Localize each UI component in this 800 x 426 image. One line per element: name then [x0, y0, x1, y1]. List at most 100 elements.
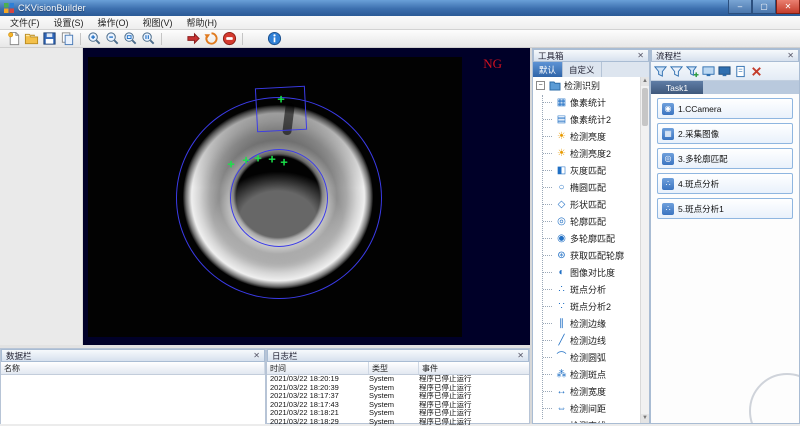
tool-item[interactable]: ∴ 斑点分析	[533, 281, 640, 298]
flow-monitor2-icon[interactable]	[717, 64, 732, 79]
tool-icon: ◐	[555, 268, 568, 278]
scroll-thumb[interactable]	[642, 88, 648, 126]
flow-step[interactable]: ▦ 2.采集图像	[657, 123, 793, 144]
flow-close-icon[interactable]: ✕	[787, 52, 794, 60]
tool-item[interactable]: ☀ 检测亮度2	[533, 145, 640, 162]
tool-item[interactable]: ⁂ 检测斑点	[533, 366, 640, 383]
tool-item[interactable]: ◇ 形状匹配	[533, 196, 640, 213]
flow-step[interactable]: ◉ 1.CCamera	[657, 98, 793, 119]
zoom-fit-icon[interactable]	[121, 31, 139, 47]
new-file-icon[interactable]	[4, 31, 22, 47]
tool-item[interactable]: ◐ 图像对比度	[533, 264, 640, 281]
toolbox-title: 工具箱	[538, 50, 564, 62]
log-time: 2021/03/22 18:17:43	[267, 401, 369, 410]
tool-icon: ⁂	[555, 370, 568, 380]
log-row[interactable]: 2021/03/22 18:20:39 System 程序已停止运行	[267, 384, 529, 393]
tree-root-item[interactable]: − 检测识别	[533, 77, 640, 94]
scroll-down-icon[interactable]: ▼	[641, 414, 649, 423]
save-all-icon[interactable]	[58, 31, 76, 47]
log-event: 程序已停止运行	[419, 418, 529, 426]
tool-item[interactable]: ▤ 像素统计2	[533, 111, 640, 128]
toolbox-close-icon[interactable]: ✕	[637, 52, 644, 60]
minimize-button[interactable]: –	[728, 0, 752, 14]
data-panel-body[interactable]	[1, 375, 265, 424]
menu-item[interactable]: 操作(O)	[91, 15, 136, 30]
tab-custom[interactable]: 自定义	[563, 62, 602, 77]
tool-list: ▦ 像素统计 ▤ 像素统计2 ☀ 检测亮度 ☀	[533, 94, 640, 423]
toolbox-scrollbar[interactable]: ▲ ▼	[640, 77, 649, 423]
data-panel-close-icon[interactable]: ✕	[253, 352, 260, 360]
log-row[interactable]: 2021/03/22 18:20:19 System 程序已停止运行	[267, 375, 529, 384]
maximize-button[interactable]: ▢	[752, 0, 776, 14]
flow-step-label: 2.采集图像	[678, 128, 719, 140]
tool-item[interactable]: ⇔ 检测间距	[533, 400, 640, 417]
menu-item[interactable]: 帮助(H)	[180, 15, 225, 30]
left-dock-area	[0, 48, 83, 345]
log-panel-header: 日志栏 ✕	[267, 349, 529, 362]
tool-label: 检测宽度	[570, 385, 606, 398]
data-panel-title: 数据栏	[6, 350, 32, 362]
flow-delete-icon[interactable]	[749, 64, 764, 79]
tool-label: 检测间距	[570, 402, 606, 415]
flow-step[interactable]: ∴ 4.斑点分析	[657, 173, 793, 194]
about-icon[interactable]	[265, 31, 283, 47]
tool-item[interactable]: ∵ 斑点分析2	[533, 298, 640, 315]
tool-item[interactable]: ☀ 检测亮度	[533, 128, 640, 145]
tool-icon: ─	[555, 421, 568, 424]
flow-document-icon[interactable]	[733, 64, 748, 79]
tool-item[interactable]: ○ 椭圆匹配	[533, 179, 640, 196]
main-toolbar	[0, 30, 800, 48]
tab-default[interactable]: 默认	[533, 62, 563, 77]
tool-item[interactable]: ⊛ 获取匹配轮廓	[533, 247, 640, 264]
log-panel-close-icon[interactable]: ✕	[517, 352, 524, 360]
zoom-out-icon[interactable]	[103, 31, 121, 47]
inspection-result-label: NG	[483, 56, 502, 72]
tool-item[interactable]: ─ 检测直线	[533, 417, 640, 423]
task-tab-row: Task1	[651, 81, 799, 95]
tool-icon: ☀	[555, 132, 568, 142]
flow-step[interactable]: ∴ 5.斑点分析1	[657, 198, 793, 219]
flow-step[interactable]: ◎ 3.多轮廓匹配	[657, 148, 793, 169]
image-viewport[interactable]: + + + + + + NG	[83, 48, 530, 345]
run-once-icon[interactable]	[184, 31, 202, 47]
log-row[interactable]: 2021/03/22 18:18:21 System 程序已停止运行	[267, 409, 529, 418]
log-row[interactable]: 2021/03/22 18:18:29 System 程序已停止运行	[267, 418, 529, 426]
flow-filter2-icon[interactable]	[669, 64, 684, 79]
flow-filter-add-icon[interactable]	[685, 64, 700, 79]
save-icon[interactable]	[40, 31, 58, 47]
menu-item[interactable]: 视图(V)	[136, 15, 180, 30]
zoom-in-icon[interactable]	[85, 31, 103, 47]
run-loop-icon[interactable]	[202, 31, 220, 47]
tool-item[interactable]: ◎ 轮廓匹配	[533, 213, 640, 230]
flow-filter-icon[interactable]	[653, 64, 668, 79]
tool-label: 斑点分析2	[570, 300, 611, 313]
task-tab[interactable]: Task1	[651, 81, 703, 95]
close-button[interactable]: ✕	[776, 0, 800, 14]
tool-item[interactable]: ⌒ 检测圆弧	[533, 349, 640, 366]
log-row[interactable]: 2021/03/22 18:17:37 System 程序已停止运行	[267, 392, 529, 401]
menu-item[interactable]: 设置(S)	[47, 15, 91, 30]
tool-item[interactable]: ▦ 像素统计	[533, 94, 640, 111]
tool-icon: ∴	[555, 285, 568, 295]
scroll-up-icon[interactable]: ▲	[641, 77, 649, 86]
flow-step-label: 3.多轮廓匹配	[678, 153, 728, 165]
zoom-actual-icon[interactable]	[139, 31, 157, 47]
log-panel: 日志栏 ✕ 时间 类型 事件 2021/03/22 18:20:19 Syste…	[266, 348, 530, 424]
flow-step-label: 5.斑点分析1	[678, 203, 724, 215]
tool-label: 多轮廓匹配	[570, 232, 615, 245]
stop-icon[interactable]	[220, 31, 238, 47]
menu-item[interactable]: 文件(F)	[3, 15, 47, 30]
tool-icon: ○	[555, 183, 568, 193]
tool-label: 检测亮度2	[570, 147, 611, 160]
collapse-icon[interactable]: −	[536, 81, 545, 90]
tool-icon: ⌒	[555, 353, 568, 363]
tool-item[interactable]: ◉ 多轮廓匹配	[533, 230, 640, 247]
tool-item[interactable]: ∥ 检测边缘	[533, 315, 640, 332]
log-row[interactable]: 2021/03/22 18:17:43 System 程序已停止运行	[267, 401, 529, 410]
tool-item[interactable]: ◧ 灰度匹配	[533, 162, 640, 179]
open-file-icon[interactable]	[22, 31, 40, 47]
tool-item[interactable]: ╱ 检测边线	[533, 332, 640, 349]
flow-monitor-icon[interactable]	[701, 64, 716, 79]
tool-item[interactable]: ↔ 检测宽度	[533, 383, 640, 400]
app-window: CKVisionBuilder – ▢ ✕ 文件(F)设置(S)操作(O)视图(…	[0, 0, 800, 424]
